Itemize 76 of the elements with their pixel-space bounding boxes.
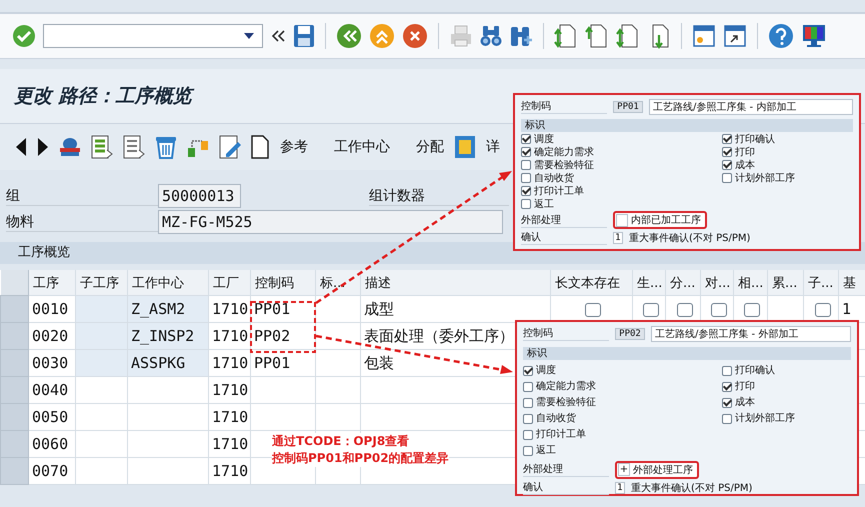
field-label: 组计数器 bbox=[369, 186, 509, 206]
column-header[interactable]: 工序 bbox=[28, 270, 76, 296]
checkbox[interactable]: 自动收货 bbox=[523, 411, 576, 427]
checkbox[interactable]: 需要检验特征 bbox=[523, 395, 596, 411]
column-header[interactable]: 子... bbox=[804, 270, 838, 296]
screen-title: 更改 路径：工序概览 bbox=[14, 83, 192, 109]
checkbox[interactable]: 打印计工单 bbox=[521, 184, 584, 198]
field-label: 控制码 bbox=[523, 326, 609, 341]
checkbox[interactable]: 成本 bbox=[722, 158, 755, 172]
table-cell: 0070 bbox=[28, 458, 76, 484]
table-cell: 1710 bbox=[208, 296, 250, 322]
field-value[interactable]: MZ-FG-M525 bbox=[158, 210, 503, 234]
checkbox[interactable]: 打印计工单 bbox=[523, 427, 586, 443]
code-field[interactable]: PP02 bbox=[615, 328, 645, 340]
field-label: 确认 bbox=[523, 480, 609, 495]
table-cell: 0050 bbox=[28, 404, 76, 430]
highlighted-field[interactable]: 内部已加工工序 bbox=[613, 211, 707, 230]
checkbox[interactable]: 确定能力需求 bbox=[523, 379, 596, 395]
column-header[interactable]: 子工序 bbox=[76, 270, 128, 296]
table-cell: 1710 bbox=[208, 376, 250, 404]
table-cell: 0040 bbox=[28, 376, 76, 404]
checkbox[interactable]: 打印确认 bbox=[722, 132, 775, 146]
reference-button[interactable]: 参考 bbox=[278, 136, 310, 158]
column-header[interactable]: 相... bbox=[734, 270, 768, 296]
checkbox[interactable]: 返工 bbox=[521, 198, 554, 211]
highlighted-field[interactable]: + 外部处理工序 bbox=[615, 460, 699, 478]
column-header[interactable]: 累... bbox=[768, 270, 804, 296]
column-header[interactable]: 工作中心 bbox=[128, 270, 208, 296]
checkbox[interactable]: 需要检验特征 bbox=[521, 158, 594, 172]
table-cell: 1710 bbox=[208, 458, 250, 484]
field-text: 重大事件确认(不对 PS/PM) bbox=[631, 482, 752, 494]
toolbar-button[interactable]: 工作中心 bbox=[332, 136, 392, 158]
column-header[interactable]: 长文本存在 bbox=[550, 270, 632, 296]
column-header[interactable]: 控制码 bbox=[250, 270, 316, 296]
column-header[interactable]: 工厂 bbox=[208, 270, 250, 296]
checkbox[interactable]: 打印确认 bbox=[722, 363, 775, 379]
detail-button[interactable]: 详 bbox=[484, 136, 502, 158]
column-header[interactable]: 基 bbox=[838, 270, 865, 296]
checkbox[interactable]: 打印 bbox=[722, 379, 755, 395]
code-field[interactable]: 1 bbox=[613, 232, 623, 244]
checkbox[interactable]: 自动收货 bbox=[521, 172, 574, 185]
field-text: 重大事件确认(不对 PS/PM) bbox=[629, 232, 750, 244]
table-cell[interactable]: ASSPKG bbox=[128, 350, 208, 376]
table-cell[interactable]: Z_ASM2 bbox=[128, 296, 208, 322]
code-field[interactable]: 1 bbox=[615, 482, 625, 494]
column-header[interactable]: 生... bbox=[632, 270, 666, 296]
table-cell: 1710 bbox=[208, 322, 250, 350]
column-header[interactable]: 对... bbox=[700, 270, 734, 296]
field-label: 确认 bbox=[521, 230, 607, 245]
field-value[interactable]: 50000013 bbox=[158, 184, 241, 208]
section-title: 工序概览 bbox=[18, 245, 70, 260]
field-label: 控制码 bbox=[521, 99, 607, 114]
column-header[interactable]: 描述 bbox=[360, 270, 550, 296]
column-header[interactable]: 分... bbox=[666, 270, 700, 296]
description-field[interactable]: 工艺路线/参照工序集 - 内部加工 bbox=[649, 98, 853, 115]
checkbox[interactable]: 调度 bbox=[521, 132, 554, 146]
code-field[interactable]: PP01 bbox=[613, 100, 643, 113]
group-title: 标识 bbox=[527, 348, 547, 359]
toolbar-button[interactable]: 分配 bbox=[414, 136, 446, 158]
field-label: 外部处理 bbox=[521, 212, 607, 228]
annotation-text: 通过TCODE：OPJ8查看 控制码PP01和PP02的配置差异 bbox=[272, 433, 449, 467]
checkbox[interactable]: 计划外部工序 bbox=[722, 411, 795, 427]
checkbox[interactable]: 确定能力需求 bbox=[521, 146, 594, 159]
table-cell: 0060 bbox=[28, 430, 76, 458]
checkbox[interactable]: 计划外部工序 bbox=[722, 172, 795, 185]
table-cell: PP01 bbox=[250, 296, 316, 322]
checkbox[interactable]: 成本 bbox=[722, 395, 755, 411]
description-field[interactable]: 工艺路线/参照工序集 - 外部加工 bbox=[651, 326, 851, 342]
group-title: 标识 bbox=[525, 120, 545, 131]
field-label: 外部处理 bbox=[523, 462, 609, 477]
table-cell[interactable]: Z_INSP2 bbox=[128, 322, 208, 350]
checkbox[interactable]: 打印 bbox=[722, 146, 755, 159]
checkbox[interactable]: 返工 bbox=[523, 443, 556, 459]
table-cell: 1710 bbox=[208, 404, 250, 430]
table-cell: 1710 bbox=[208, 430, 250, 458]
table-cell: PP02 bbox=[250, 322, 316, 350]
